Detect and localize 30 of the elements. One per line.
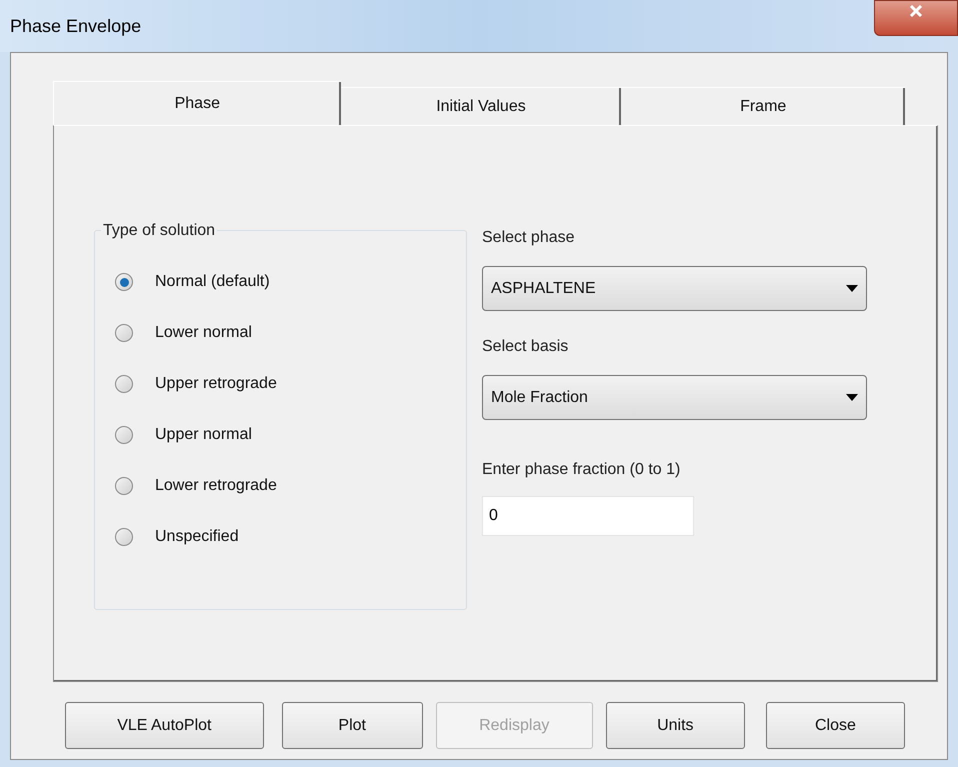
radio-button[interactable] (115, 273, 133, 291)
radio-label: Normal (default) (155, 272, 270, 292)
phase-dropdown[interactable]: ASPHALTENE (482, 266, 867, 311)
field-label: Select phase (482, 228, 576, 248)
window-title: Phase Envelope (10, 14, 142, 38)
field-label: Enter phase fraction (0 to 1) (482, 460, 682, 480)
tab[interactable]: Phase (53, 81, 341, 125)
radio-button[interactable] (115, 477, 133, 495)
tab[interactable]: Initial Values (340, 87, 622, 125)
radio-label: Upper normal (155, 425, 252, 445)
basis-dropdown[interactable]: Mole Fraction (482, 375, 867, 420)
dialog-button[interactable]: Close (766, 702, 905, 749)
field-label: Select basis (482, 337, 570, 357)
radio-label: Lower normal (155, 323, 252, 343)
radio-button[interactable] (115, 375, 133, 393)
radio-label: Unspecified (155, 527, 239, 547)
tab[interactable]: Frame (621, 87, 906, 125)
caret-icon (846, 394, 858, 401)
caret-icon (846, 285, 858, 292)
radio-button[interactable] (115, 324, 133, 342)
dialog-button[interactable]: Plot (282, 702, 423, 749)
radio-label: Upper retrograde (155, 374, 277, 394)
radio-button[interactable] (115, 426, 133, 444)
input-field[interactable]: 0 (482, 496, 694, 536)
radio-button[interactable] (115, 528, 133, 546)
radio-label: Lower retrograde (155, 476, 277, 496)
dialog-button[interactable]: VLE AutoPlot (65, 702, 264, 749)
dialog-button[interactable]: Units (606, 702, 745, 749)
close-icon (909, 5, 923, 17)
close-window-button[interactable] (874, 0, 958, 36)
